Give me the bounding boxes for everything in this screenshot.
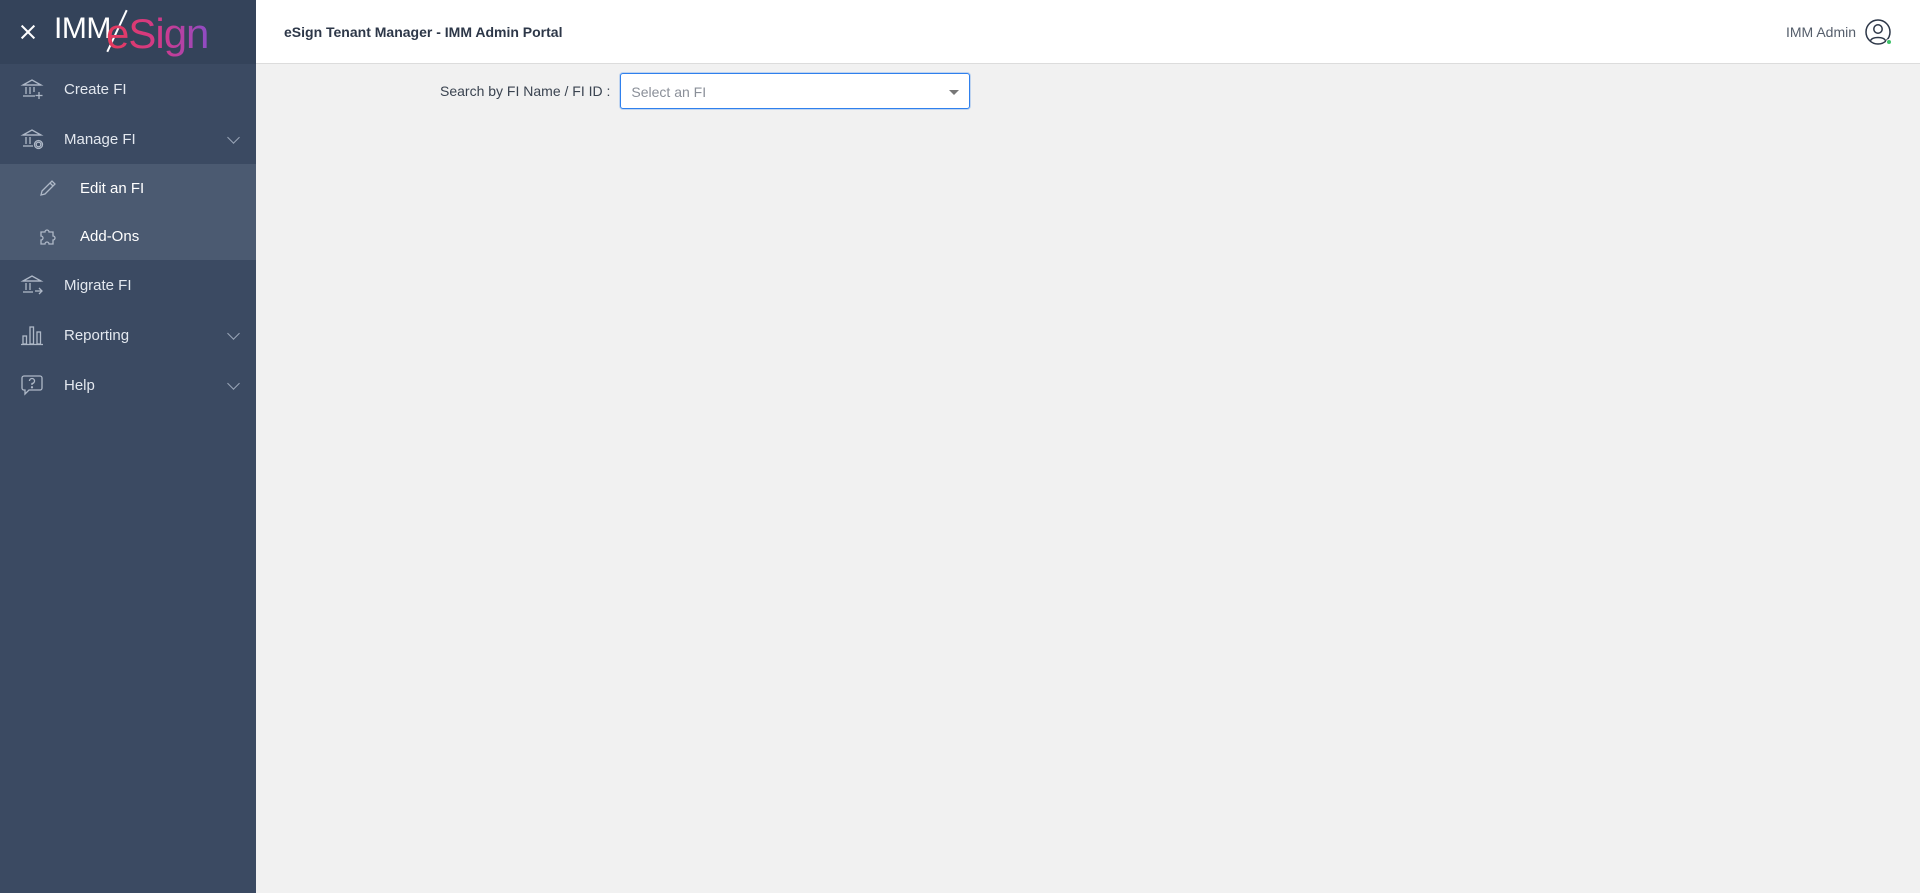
user-name: IMM Admin <box>1785 24 1856 40</box>
sidebar-item-label: Migrate FI <box>64 276 132 294</box>
caret-down-icon <box>949 90 960 95</box>
sidebar-subitem-label: Add-Ons <box>80 227 140 245</box>
help-bubble-icon <box>20 373 44 397</box>
logo-prefix: IMM <box>54 12 111 45</box>
sidebar-subitem-edit-fi[interactable]: Edit an FI <box>0 164 256 212</box>
chevron-down-icon <box>227 327 240 340</box>
sidebar-item-manage-fi[interactable]: Manage FI <box>0 114 256 164</box>
logo-brand: eSign <box>106 10 209 57</box>
sidebar-item-label: Manage FI <box>64 130 136 148</box>
fi-select-placeholder: Select an FI <box>631 84 707 100</box>
sidebar-nav: Create FI Manage FI Edit an FI Add-Ons M… <box>0 64 256 410</box>
puzzle-icon <box>37 225 59 247</box>
bar-chart-icon <box>20 323 44 347</box>
bank-plus-icon <box>20 77 44 101</box>
top-header: eSign Tenant Manager - IMM Admin Portal … <box>256 0 1920 64</box>
chevron-down-icon <box>227 377 240 390</box>
app-logo: IMM eSign <box>54 2 224 62</box>
fi-search-row: Search by FI Name / FI ID : Select an FI <box>440 73 971 109</box>
chevron-down-icon <box>227 131 240 144</box>
logo-bar: IMM eSign <box>0 0 256 64</box>
sidebar: IMM eSign Create FI Manage FI Edit an FI… <box>0 0 256 893</box>
fi-search-label: Search by FI Name / FI ID : <box>440 83 611 99</box>
sidebar-subitem-label: Edit an FI <box>80 179 145 197</box>
sidebar-subitem-add-ons[interactable]: Add-Ons <box>0 212 256 260</box>
bank-arrow-icon <box>20 273 44 297</box>
main-content: Search by FI Name / FI ID : Select an FI <box>256 64 1920 893</box>
online-status-dot <box>1886 39 1892 45</box>
sidebar-item-migrate-fi[interactable]: Migrate FI <box>0 260 256 310</box>
user-avatar-icon <box>1864 18 1892 46</box>
fi-select-dropdown[interactable]: Select an FI <box>620 73 971 109</box>
bank-gear-icon <box>20 127 44 151</box>
manage-fi-submenu: Edit an FI Add-Ons <box>0 164 256 260</box>
page-title: eSign Tenant Manager - IMM Admin Portal <box>284 24 563 40</box>
pencil-icon <box>37 177 59 199</box>
sidebar-item-create-fi[interactable]: Create FI <box>0 64 256 114</box>
sidebar-item-reporting[interactable]: Reporting <box>0 310 256 360</box>
close-icon[interactable] <box>18 22 38 42</box>
sidebar-item-help[interactable]: Help <box>0 360 256 410</box>
sidebar-item-label: Help <box>64 376 95 394</box>
user-menu[interactable]: IMM Admin <box>1786 18 1892 46</box>
sidebar-item-label: Reporting <box>64 326 130 344</box>
sidebar-item-label: Create FI <box>64 80 127 98</box>
